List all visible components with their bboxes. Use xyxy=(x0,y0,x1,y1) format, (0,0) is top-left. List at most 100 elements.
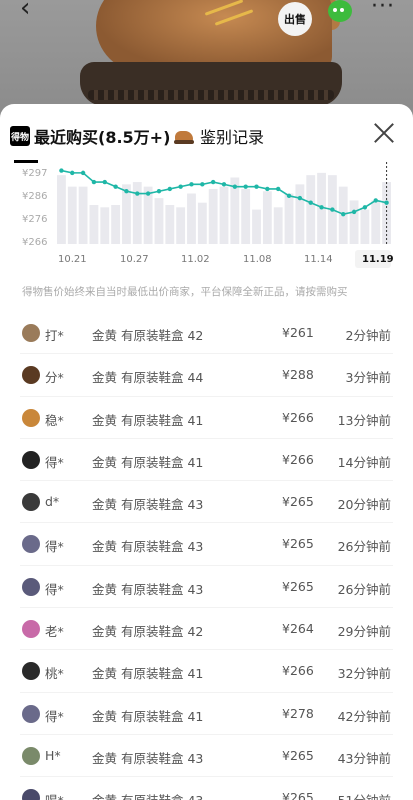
product-spec: 金黄 有原装鞋盒 41 xyxy=(92,454,204,470)
list-item[interactable]: 打* 金黄 有原装鞋盒 42 ¥261 2分钟前 xyxy=(0,312,413,355)
buyer-name: 老* xyxy=(45,624,64,640)
price-point xyxy=(221,182,227,187)
price-point xyxy=(210,179,216,185)
price-point xyxy=(189,182,194,187)
x-tick-label-selected: 11.19 xyxy=(362,254,394,265)
price-point xyxy=(156,189,162,194)
price-point xyxy=(135,191,140,196)
avatar xyxy=(22,535,40,554)
volume-bar xyxy=(187,193,196,244)
buyer-name: H* xyxy=(45,747,61,763)
avatar xyxy=(22,408,40,427)
product-spec: 金黄 有原装鞋盒 44 xyxy=(92,370,204,386)
volume-bar xyxy=(371,200,381,244)
purchase-time: 2分钟前 xyxy=(345,328,391,343)
price-point xyxy=(91,179,97,185)
avatar xyxy=(22,577,40,596)
product-spec: 金黄 有原装鞋盒 41 xyxy=(92,666,204,682)
avatar xyxy=(22,620,40,639)
product-spec: 金黄 有原装鞋盒 42 xyxy=(92,624,204,640)
list-item[interactable]: 得* 金黄 有原装鞋盒 43 ¥265 26分钟前 xyxy=(0,566,413,609)
price-point xyxy=(102,179,107,185)
price-point xyxy=(232,184,238,189)
volume-bar xyxy=(284,193,294,244)
sale-price: ¥265 xyxy=(282,747,314,763)
buyer-name: 桃* xyxy=(45,666,64,682)
avatar xyxy=(22,450,40,469)
price-point xyxy=(275,186,281,192)
price-point xyxy=(167,186,173,192)
sale-price: ¥266 xyxy=(282,451,314,467)
screen: 出售 ‹ ··· 得物 最近购买(8.5万+) 鉴别记录 ¥297 ¥286 ¥… xyxy=(0,0,413,800)
price-point xyxy=(308,200,313,205)
volume-bar xyxy=(78,186,88,244)
list-item[interactable]: 分* 金黄 有原装鞋盒 44 ¥288 3分钟前 xyxy=(0,354,413,397)
avatar xyxy=(22,789,40,800)
price-point xyxy=(178,184,183,189)
list-item[interactable]: d* 金黄 有原装鞋盒 43 ¥265 20分钟前 xyxy=(0,481,413,524)
x-tick-label: 10.27 xyxy=(120,254,149,265)
price-point xyxy=(297,195,303,201)
price-point xyxy=(341,211,346,217)
price-point xyxy=(362,205,368,210)
buyer-name: 得* xyxy=(45,708,64,724)
product-spec: 金黄 有原装鞋盒 43 xyxy=(92,750,204,766)
purchase-time: 29分钟前 xyxy=(337,624,391,640)
purchase-time: 32分钟前 xyxy=(337,666,391,682)
sale-price: ¥265 xyxy=(282,578,314,594)
purchase-time: 26分钟前 xyxy=(337,581,391,597)
price-point xyxy=(70,170,75,176)
x-tick-label: 10.21 xyxy=(58,254,87,265)
list-item[interactable]: 喝* 金黄 有原装鞋盒 43 ¥265 51分钟前 xyxy=(0,777,413,800)
x-tick-label: 11.14 xyxy=(304,254,333,265)
price-point xyxy=(80,170,86,176)
volume-bar xyxy=(154,198,164,244)
list-item[interactable]: 得* 金黄 有原装鞋盒 41 ¥278 42分钟前 xyxy=(0,693,413,736)
volume-bar xyxy=(360,209,370,244)
list-item[interactable]: 稳* 金黄 有原装鞋盒 41 ¥266 13分钟前 xyxy=(0,397,413,440)
wechat-share-icon[interactable] xyxy=(328,0,352,22)
purchase-list: 打* 金黄 有原装鞋盒 42 ¥261 2分钟前 分* 金黄 有原装鞋盒 44 ¥288 3分… xyxy=(0,312,413,800)
volume-bar xyxy=(165,205,175,244)
price-point xyxy=(319,205,324,210)
price-point xyxy=(351,209,357,215)
list-item[interactable]: 桃* 金黄 有原装鞋盒 41 ¥266 32分钟前 xyxy=(0,650,413,693)
price-point xyxy=(384,200,389,205)
brand-badge: 出售 xyxy=(278,2,312,36)
price-point xyxy=(59,168,64,173)
volume-bar xyxy=(219,186,229,244)
purchase-time: 43分钟前 xyxy=(337,750,391,766)
sale-price: ¥265 xyxy=(282,536,314,552)
volume-bar xyxy=(273,207,283,244)
buyer-name: 稳* xyxy=(45,412,64,428)
product-spec: 金黄 有原装鞋盒 41 xyxy=(92,412,204,428)
purchase-time: 20分钟前 xyxy=(337,497,391,513)
chevron-left-icon[interactable]: ‹ xyxy=(20,0,42,22)
price-point xyxy=(286,193,292,199)
buyer-name: 喝* xyxy=(45,790,64,800)
buyer-name: 得* xyxy=(45,454,64,470)
avatar xyxy=(22,493,40,512)
x-tick-label: 11.02 xyxy=(181,254,210,265)
purchase-history-sheet: 得物 最近购买(8.5万+) 鉴别记录 ¥297 ¥286 ¥276 ¥266 … xyxy=(0,104,413,800)
volume-bar xyxy=(57,175,66,244)
purchase-time: 42分钟前 xyxy=(337,708,391,724)
list-item[interactable]: 得* 金黄 有原装鞋盒 43 ¥265 26分钟前 xyxy=(0,523,413,567)
sale-price: ¥261 xyxy=(282,325,314,340)
volume-bar xyxy=(89,205,99,244)
list-item[interactable]: 老* 金黄 有原装鞋盒 42 ¥264 29分钟前 xyxy=(0,608,413,651)
buyer-name: 分* xyxy=(45,370,64,386)
product-spec: 金黄 有原装鞋盒 41 xyxy=(92,708,204,724)
more-dots-icon[interactable]: ··· xyxy=(371,0,395,19)
buyer-name: 得* xyxy=(45,539,64,555)
volume-bar xyxy=(241,188,251,244)
list-item[interactable]: H* 金黄 有原装鞋盒 43 ¥265 43分钟前 xyxy=(0,735,413,778)
product-spec: 金黄 有原装鞋盒 43 xyxy=(92,790,203,800)
volume-bar xyxy=(262,191,272,244)
volume-bar xyxy=(176,207,186,244)
chart-plot xyxy=(57,162,391,244)
volume-bar xyxy=(295,184,305,244)
product-spec: 金黄 有原装鞋盒 43 xyxy=(92,581,204,597)
list-item[interactable]: 得* 金黄 有原装鞋盒 41 ¥266 14分钟前 xyxy=(0,439,413,482)
product-image: 出售 ‹ ··· xyxy=(0,0,413,118)
